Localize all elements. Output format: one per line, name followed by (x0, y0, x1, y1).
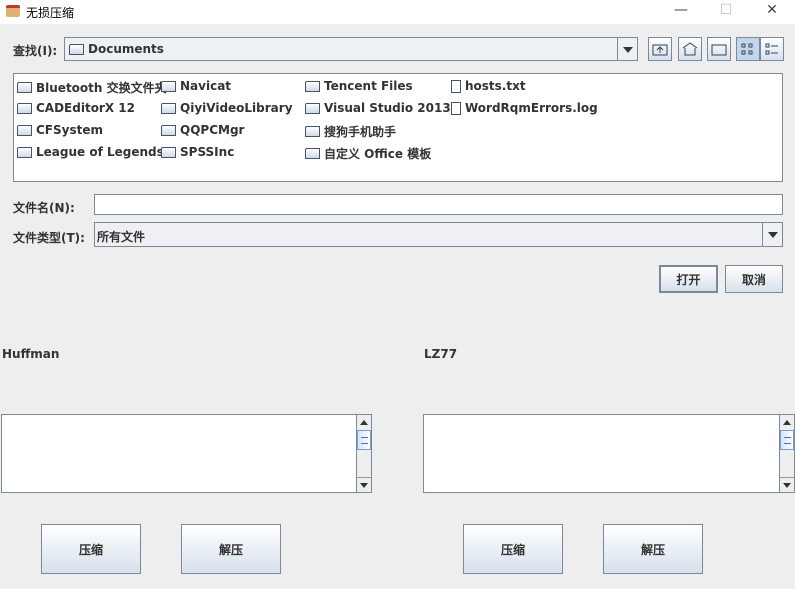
details-view-button[interactable] (760, 37, 784, 61)
file-list[interactable]: Bluetooth 交换文件夹 CADEditorX 12 CFSystem Leag… (13, 73, 783, 182)
up-one-level-button[interactable] (648, 37, 672, 61)
maximize-button[interactable]: ☐ (711, 2, 741, 22)
home-icon (682, 42, 698, 56)
folder-icon (161, 80, 176, 92)
huffman-compress-button[interactable]: 压缩 (41, 524, 141, 574)
file-list-item[interactable]: Visual Studio 2013 (305, 101, 451, 115)
file-name: 搜狗手机助手 (324, 125, 397, 139)
new-folder-button[interactable] (707, 37, 731, 61)
folder-icon (17, 102, 32, 114)
list-view-button[interactable] (736, 37, 760, 61)
filename-input[interactable] (94, 194, 783, 215)
file-list-item[interactable]: League of Legends (17, 145, 164, 159)
open-button[interactable]: 打开 (659, 265, 718, 293)
list-view-icon (741, 43, 753, 55)
file-list-item[interactable]: CADEditorX 12 (17, 101, 135, 115)
folder-icon (17, 146, 32, 158)
file-name: SPSSInc (180, 145, 235, 159)
lz77-textarea[interactable] (423, 414, 795, 493)
chevron-down-icon[interactable] (617, 38, 637, 60)
lz77-compress-button[interactable]: 压缩 (463, 524, 563, 574)
file-list-item[interactable]: Tencent Files (305, 79, 413, 93)
cancel-button[interactable]: 取消 (725, 265, 783, 293)
scroll-thumb[interactable] (357, 430, 371, 450)
file-name: QQPCMgr (180, 123, 245, 137)
folder-icon (305, 80, 320, 92)
folder-up-icon (652, 44, 668, 56)
folder-icon (305, 102, 320, 114)
file-name: WordRqmErrors.log (465, 101, 598, 115)
look-in-value: Documents (88, 42, 164, 56)
file-name: hosts.txt (465, 79, 526, 93)
file-list-item[interactable]: QiyiVideoLibrary (161, 101, 293, 115)
file-list-item[interactable]: SPSSInc (161, 145, 234, 159)
folder-icon (17, 82, 32, 93)
lz77-label: LZ77 (424, 347, 458, 361)
file-name: Navicat (180, 79, 232, 93)
scrollbar[interactable] (356, 415, 371, 492)
app-icon (6, 5, 20, 17)
scrollbar[interactable] (779, 415, 794, 492)
file-list-item[interactable]: 搜狗手机助手 (305, 123, 396, 140)
file-icon (451, 79, 461, 93)
new-folder-icon (711, 44, 727, 56)
chevron-down-icon[interactable] (762, 223, 782, 246)
scroll-down-icon[interactable] (780, 477, 794, 492)
look-in-combo[interactable]: Documents (64, 37, 638, 61)
folder-icon (305, 148, 320, 159)
file-icon (451, 101, 461, 115)
file-name: QiyiVideoLibrary (180, 101, 293, 115)
file-list-item[interactable]: hosts.txt (451, 79, 526, 93)
file-name: League of Legends (36, 145, 164, 159)
file-name: Tencent Files (324, 79, 413, 93)
file-list-item[interactable]: 自定义 Office 模板 (305, 145, 431, 162)
filetype-label: 文件类型(T): (13, 231, 85, 245)
scroll-up-icon[interactable] (357, 415, 371, 430)
filetype-value: 所有文件 (97, 230, 146, 244)
look-in-label: 查找(I): (13, 44, 58, 58)
file-name: CFSystem (36, 123, 103, 137)
folder-icon (69, 43, 84, 55)
folder-icon (17, 124, 32, 136)
file-list-item[interactable]: WordRqmErrors.log (451, 101, 598, 115)
home-button[interactable] (678, 37, 702, 61)
filetype-combo[interactable]: 所有文件 (94, 222, 783, 247)
file-name: 自定义 Office 模板 (324, 147, 432, 161)
minimize-button[interactable]: — (666, 2, 696, 22)
filename-label: 文件名(N): (13, 201, 75, 215)
lz77-decompress-button[interactable]: 解压 (603, 524, 703, 574)
window-title: 无损压缩 (26, 6, 75, 20)
scroll-up-icon[interactable] (780, 415, 794, 430)
folder-icon (305, 126, 320, 137)
close-button[interactable]: ✕ (757, 2, 787, 22)
file-list-item[interactable]: CFSystem (17, 123, 103, 137)
scroll-thumb[interactable] (780, 430, 794, 450)
huffman-label: Huffman (2, 347, 60, 361)
file-name: Bluetooth 交换文件夹 (36, 81, 167, 95)
scroll-down-icon[interactable] (357, 477, 371, 492)
folder-icon (161, 102, 176, 114)
file-name: Visual Studio 2013 (324, 101, 451, 115)
folder-icon (161, 146, 176, 158)
huffman-decompress-button[interactable]: 解压 (181, 524, 281, 574)
file-list-item[interactable]: QQPCMgr (161, 123, 244, 137)
file-list-item[interactable]: Bluetooth 交换文件夹 (17, 79, 167, 96)
file-list-item[interactable]: Navicat (161, 79, 231, 93)
file-name: CADEditorX 12 (36, 101, 135, 115)
folder-icon (161, 124, 176, 136)
huffman-textarea[interactable] (1, 414, 372, 493)
details-view-icon (765, 43, 778, 55)
